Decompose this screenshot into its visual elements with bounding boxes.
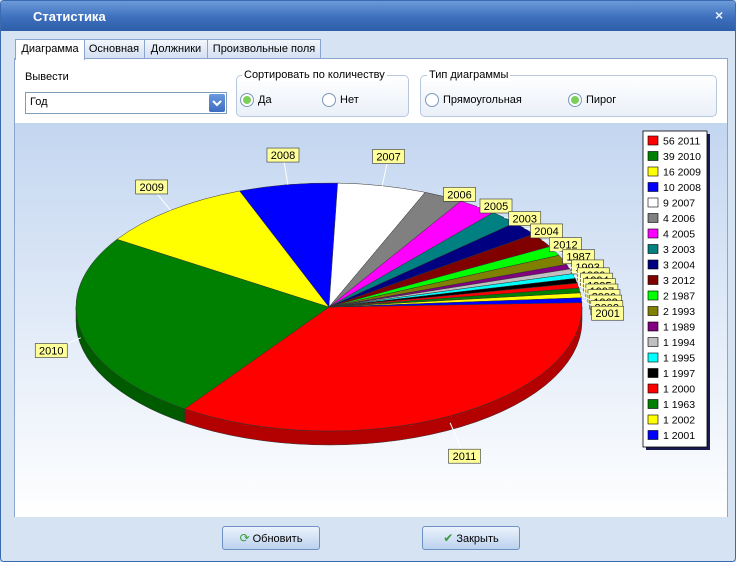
legend-swatch-1994 xyxy=(647,337,659,347)
close-icon[interactable]: × xyxy=(715,7,723,23)
window-title: Статистика xyxy=(33,9,106,24)
legend-entry-2004: 3 2004 xyxy=(663,260,695,272)
check-icon: ✔ xyxy=(443,531,454,545)
close-button-label: Закрыть xyxy=(456,533,499,545)
type-pie-label: Пирог xyxy=(586,94,617,106)
legend-swatch-1993 xyxy=(647,306,659,316)
legend-swatch-2009 xyxy=(647,166,659,177)
slice-label-2011: 2011 xyxy=(453,451,477,463)
legend-entry-1989: 1 1989 xyxy=(663,322,695,334)
legend-entry-2011: 56 2011 xyxy=(663,136,700,148)
tab-main[interactable]: Основная xyxy=(83,39,145,58)
output-label: Вывести xyxy=(25,71,69,83)
legend-swatch-2002 xyxy=(647,414,659,425)
chart-legend: 56 2011 39 2010 16 2009 10 2008 9 2007 4 2006… xyxy=(642,130,710,450)
legend-entry-2009: 16 2009 xyxy=(663,167,701,179)
pie-slices xyxy=(75,182,583,432)
legend-entry-2002: 1 2002 xyxy=(663,415,695,427)
legend-swatch-2010 xyxy=(647,151,659,161)
type-pie-radio[interactable] xyxy=(568,93,582,107)
slice-label-2008: 2008 xyxy=(271,150,295,162)
slice-label-2001: 2001 xyxy=(595,308,619,320)
legend-swatch-2000 xyxy=(647,383,659,394)
close-button[interactable]: ✔ Закрыть xyxy=(422,526,520,550)
legend-entry-2007: 9 2007 xyxy=(663,198,695,210)
type-rect-label: Прямоугольная xyxy=(443,94,522,106)
legend-entry-2006: 4 2006 xyxy=(663,213,695,225)
legend-swatch-2008 xyxy=(647,182,659,192)
slice-label-2006: 2006 xyxy=(447,189,471,201)
output-select[interactable]: Год xyxy=(25,92,227,114)
footer-bar: ⟳ Обновить ✔ Закрыть xyxy=(1,517,735,561)
legend-swatch-2003 xyxy=(647,244,659,254)
legend-swatch-1987 xyxy=(647,290,659,301)
output-select-value: Год xyxy=(30,96,48,108)
type-rect-radio[interactable] xyxy=(425,93,439,107)
legend-entry-1987: 2 1987 xyxy=(663,291,695,303)
tab-debtors[interactable]: Должники xyxy=(144,39,208,58)
diagram-panel: Вывести Год Сортировать по количеству Да… xyxy=(14,58,728,518)
chevron-down-icon[interactable] xyxy=(209,94,225,112)
legend-entry-1995: 1 1995 xyxy=(663,353,695,365)
refresh-button-label: Обновить xyxy=(252,533,303,545)
statistics-window: Статистика × Диаграмма Основная Должники… xyxy=(0,0,736,562)
slice-label-2005: 2005 xyxy=(484,201,508,213)
legend-entry-2012: 3 2012 xyxy=(663,275,695,287)
refresh-icon: ⟳ xyxy=(239,531,250,545)
legend-swatch-1989 xyxy=(647,321,659,332)
legend-entry-2000: 1 2000 xyxy=(663,384,695,396)
legend-entry-1993: 2 1993 xyxy=(663,306,695,318)
slice-label-2010: 2010 xyxy=(39,346,63,358)
slice-label-2009: 2009 xyxy=(139,182,163,194)
sort-group-label: Сортировать по количеству xyxy=(242,69,387,81)
legend-entry-1997: 1 1997 xyxy=(663,368,695,380)
legend-swatch-2011 xyxy=(647,135,659,146)
sort-yes-label: Да xyxy=(258,94,272,106)
tab-custom-fields[interactable]: Произвольные поля xyxy=(207,39,321,58)
legend-entry-1994: 1 1994 xyxy=(663,337,695,349)
legend-swatch-2007 xyxy=(647,197,659,208)
refresh-button[interactable]: ⟳ Обновить xyxy=(222,526,320,550)
legend-swatch-2004 xyxy=(647,259,659,270)
sort-no-label: Нет xyxy=(340,94,359,106)
chart-type-label: Тип диаграммы xyxy=(427,69,511,81)
legend-entry-2005: 4 2005 xyxy=(663,229,695,241)
legend-entry-2008: 10 2008 xyxy=(663,182,701,194)
sort-yes-radio[interactable] xyxy=(240,93,254,107)
slice-label-2007: 2007 xyxy=(376,151,400,163)
legend-entry-2003: 3 2003 xyxy=(663,244,695,256)
slice-label-2004: 2004 xyxy=(534,226,558,238)
legend-swatch-2005 xyxy=(647,228,659,239)
legend-entry-1963: 1 1963 xyxy=(663,399,695,411)
legend-entry-2001: 1 2001 xyxy=(663,430,695,442)
legend-swatch-2001 xyxy=(647,430,659,440)
legend-swatch-1963 xyxy=(647,399,659,409)
chart-area: 2011 2010 2009 2008 2007 2006 2005 2003 2004 2012… xyxy=(15,123,727,517)
sort-no-radio[interactable] xyxy=(322,93,336,107)
pie-chart: 2011201020092008 200720062005200320042012… xyxy=(34,130,710,464)
legend-swatch-1995 xyxy=(647,352,659,363)
legend-swatch-1997 xyxy=(647,368,659,378)
title-bar[interactable]: Статистика × xyxy=(1,1,735,31)
legend-swatch-2012 xyxy=(647,275,659,285)
tab-diagram[interactable]: Диаграмма xyxy=(15,39,85,60)
legend-entry-2010: 39 2010 xyxy=(663,151,701,163)
options-bar: Вывести Год Сортировать по количеству Да… xyxy=(15,59,727,123)
legend-swatch-2006 xyxy=(647,213,659,223)
